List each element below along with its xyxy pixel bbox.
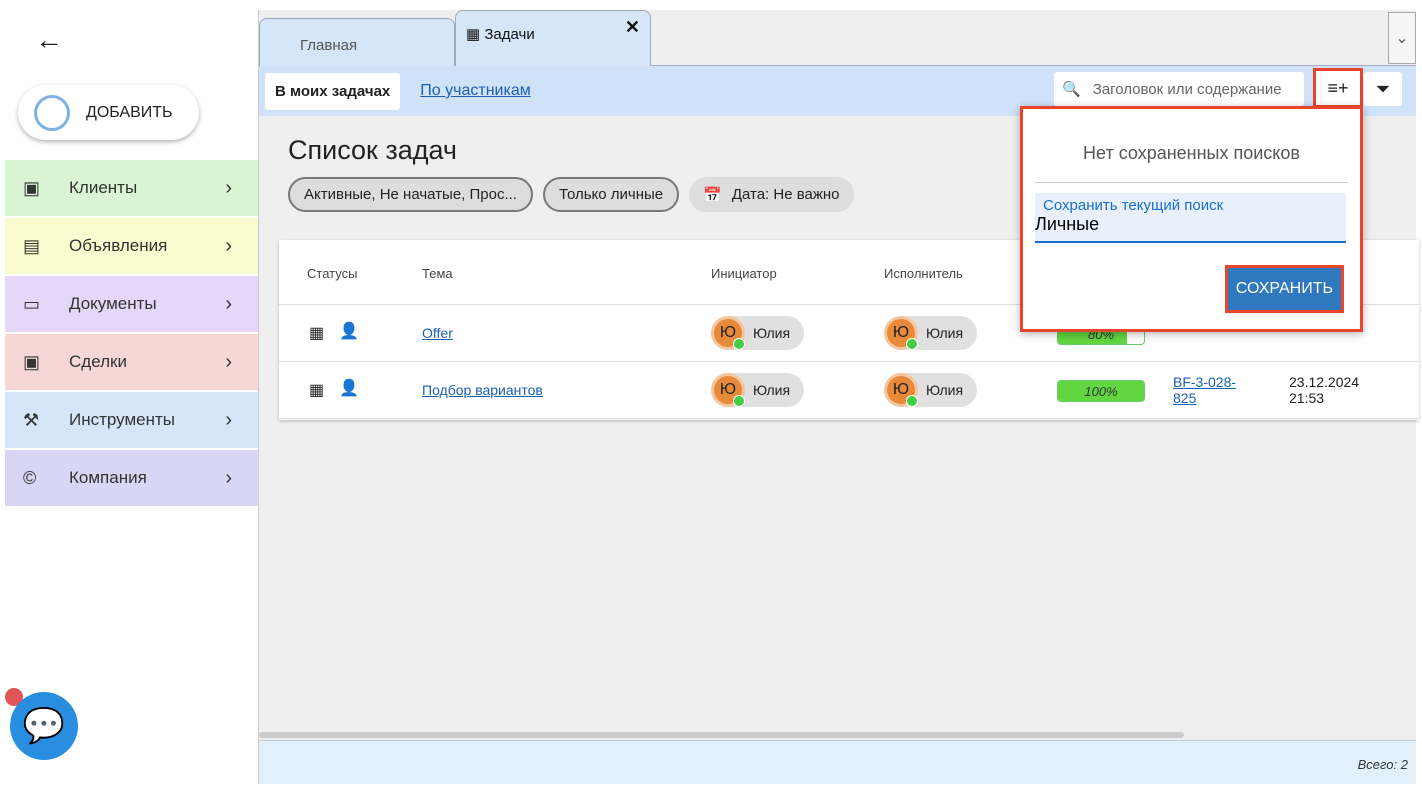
sidebar-item-label: Клиенты <box>69 178 138 197</box>
tab-label: Главная <box>300 37 358 54</box>
executor-name: Юлия <box>926 325 964 341</box>
avatar: Ю <box>884 316 918 350</box>
task-topic-link[interactable]: Offer <box>422 325 453 341</box>
sidebar-item[interactable]: ▣ Сделки › <box>5 334 258 390</box>
initiator-name: Юлия <box>753 325 791 341</box>
total-count: Всего: 2 <box>1357 757 1408 772</box>
task-status-icon: ▦ <box>309 382 325 399</box>
chat-button[interactable]: 💬 <box>10 692 78 760</box>
sidebar-item[interactable]: ▤ Объявления › <box>5 218 258 274</box>
initiator-name: Юлия <box>753 382 791 398</box>
nav-icon: ▣ <box>23 351 41 372</box>
calendar-icon: 📅 <box>703 186 722 204</box>
table-row[interactable]: ▦ 👤 Подбор вариантов Ю Юлия Ю Юлия 100% BF-… <box>279 362 1419 419</box>
sidebar-item[interactable]: ⚒ Инструменты › <box>5 392 258 448</box>
nav-icon: ▤ <box>23 235 41 256</box>
header-initiator[interactable]: Инициатор <box>711 266 777 281</box>
chevron-right-icon: › <box>225 408 232 431</box>
horizontal-scrollbar[interactable] <box>259 732 1184 738</box>
page-title: Список задач <box>288 135 457 165</box>
tab-label: Задачи <box>484 26 535 43</box>
sidebar-item-label: Компания <box>69 468 147 487</box>
status-filter-chip[interactable]: Активные, Не начатые, Прос... <box>288 177 533 212</box>
save-search-field[interactable]: Сохранить текущий поиск <box>1035 193 1346 243</box>
chevron-right-icon: › <box>225 466 232 489</box>
person-status-icon: 👤 <box>339 380 359 397</box>
personal-filter-chip[interactable]: Только личные <box>542 177 680 212</box>
sidebar-item-label: Инструменты <box>69 410 176 429</box>
tabs-dropdown[interactable]: ⌄ <box>1388 12 1416 64</box>
save-search-icon[interactable]: ≡+ <box>1313 68 1363 108</box>
tab-my-tasks[interactable]: В моих задачах <box>265 72 401 110</box>
nav-icon: ⚒ <box>23 409 40 430</box>
tab-by-participants[interactable]: По участникам <box>420 82 530 100</box>
sidebar-item[interactable]: ▣ Клиенты › <box>5 160 258 216</box>
initiator-chip[interactable]: Ю Юлия <box>711 316 805 350</box>
sidebar-item[interactable]: © Компания › <box>5 450 258 506</box>
tab-home[interactable]: Главная <box>259 18 455 66</box>
executor-name: Юлия <box>926 382 964 398</box>
search-placeholder: Заголовок или содержание <box>1092 80 1282 98</box>
add-button[interactable]: ДОБАВИТЬ <box>18 85 199 140</box>
avatar: Ю <box>711 316 745 350</box>
sidebar-item-label: Объявления <box>69 236 168 255</box>
empty-message: Нет сохраненных поисков <box>1035 143 1348 183</box>
chevron-right-icon: › <box>225 292 232 315</box>
tab-tasks[interactable]: ▦ Задачи ✕ <box>455 10 651 66</box>
tasks-icon: ▦ <box>466 26 485 43</box>
avatar: Ю <box>711 373 745 407</box>
header-executor[interactable]: Исполнитель <box>884 266 963 281</box>
avatar: Ю <box>884 373 918 407</box>
save-search-input[interactable] <box>1035 214 1330 235</box>
nav-icon: ▣ <box>23 177 41 198</box>
nav-icon: © <box>23 467 37 488</box>
header-topic[interactable]: Тема <box>422 266 453 281</box>
deal-code-link[interactable]: BF-3-028-825 <box>1173 374 1243 406</box>
chevron-right-icon: › <box>225 234 232 257</box>
sidebar-nav: ▣ Клиенты › ▤ Объявления › ▭ Документы › ▣ Сделки ›… <box>5 160 258 508</box>
executor-chip[interactable]: Ю Юлия <box>884 316 978 350</box>
person-status-icon: 👤 <box>339 323 359 340</box>
executor-chip[interactable]: Ю Юлия <box>884 373 978 407</box>
progress-label: 100% <box>1084 384 1118 399</box>
saved-searches-popup: Нет сохраненных поисков Сохранить текущи… <box>1020 106 1363 332</box>
add-label: ДОБАВИТЬ <box>86 103 173 121</box>
search-icon: 🔍 <box>1062 81 1081 98</box>
close-icon[interactable]: ✕ <box>625 17 640 38</box>
task-topic-link[interactable]: Подбор вариантов <box>422 382 543 398</box>
sidebar-item[interactable]: ▭ Документы › <box>5 276 258 332</box>
sidebar-item-label: Документы <box>69 294 157 313</box>
chip-label: Дата: Не важно <box>731 186 840 203</box>
search-input[interactable]: 🔍 Заголовок или содержание <box>1054 72 1304 106</box>
save-button[interactable]: СОХРАНИТЬ <box>1224 265 1344 313</box>
nav-icon: ▭ <box>23 293 41 314</box>
task-date: 23.12.2024 21:53 <box>1289 374 1360 406</box>
filter-icon[interactable]: ⏷ <box>1364 72 1402 106</box>
logo-icon <box>34 94 70 131</box>
chevron-right-icon: › <box>225 176 232 199</box>
sidebar-item-label: Сделки <box>69 352 127 371</box>
progress-bar: 100% <box>1057 380 1145 402</box>
chevron-right-icon: › <box>225 350 232 373</box>
header-status[interactable]: Статусы <box>307 266 357 281</box>
date-filter-chip[interactable]: 📅 Дата: Не важно <box>689 177 854 212</box>
back-arrow-icon[interactable]: ← <box>35 24 63 56</box>
task-status-icon: ▦ <box>309 325 325 342</box>
initiator-chip[interactable]: Ю Юлия <box>711 373 805 407</box>
field-label: Сохранить текущий поиск <box>1043 197 1224 214</box>
